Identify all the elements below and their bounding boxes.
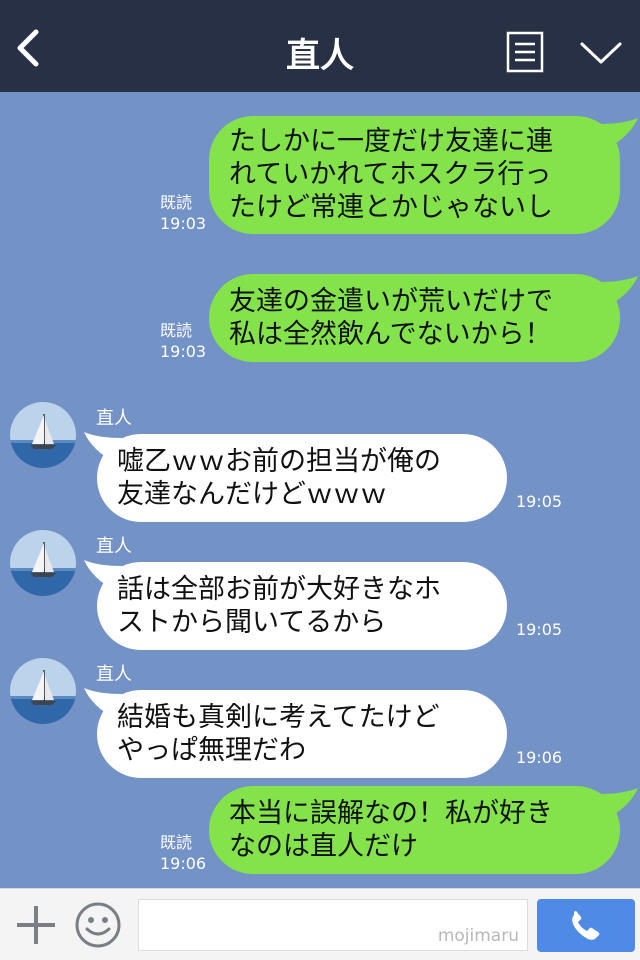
avatar[interactable] bbox=[10, 530, 76, 596]
message-line: れていかれてホスクラ行っ bbox=[229, 159, 552, 190]
message-line: 本当に誤解なの！私が好き bbox=[229, 798, 553, 829]
bubble-tail bbox=[600, 788, 638, 818]
message-line: ストから聞いてるから bbox=[117, 607, 387, 638]
sailboat-avatar-icon bbox=[10, 530, 76, 596]
message-line: たけど常連とかじゃないし bbox=[229, 192, 553, 223]
avatar[interactable] bbox=[10, 658, 76, 724]
notes-icon bbox=[506, 31, 544, 73]
watermark-text: mojimaru bbox=[437, 926, 519, 946]
chat-title: 直人 bbox=[286, 36, 354, 76]
message-line: 嘘乙ｗｗお前の担当が俺の bbox=[117, 446, 441, 477]
message-line: 私は全然飲んでないから！ bbox=[229, 319, 552, 350]
message-bubble[interactable]: 本当に誤解なの！私が好き なのは直人だけ bbox=[209, 786, 620, 874]
sender-name: 直人 bbox=[96, 664, 132, 685]
message-bubble[interactable]: 友達の金遣いが荒いだけで 私は全然飲んでないから！ bbox=[209, 274, 620, 362]
message-line: 話は全部お前が大好きなホ bbox=[117, 574, 441, 605]
message-bubble[interactable]: 話は全部お前が大好きなホ ストから聞いてるから bbox=[97, 562, 507, 650]
message-line: なのは直人だけ bbox=[229, 831, 418, 862]
message-line: やっぱ無理だわ bbox=[117, 735, 306, 766]
message-time: 19:05 bbox=[516, 620, 563, 639]
smiley-icon bbox=[75, 902, 121, 948]
message-time: 19:05 bbox=[516, 492, 563, 511]
avatar[interactable] bbox=[10, 402, 76, 468]
message-line: 友達の金遣いが荒いだけで bbox=[229, 286, 553, 317]
message-bubble[interactable]: 嘘乙ｗｗお前の担当が俺の 友達なんだけどｗｗｗ bbox=[97, 434, 507, 522]
message-meta: 既読 19:06 bbox=[160, 832, 206, 874]
phone-icon bbox=[572, 911, 600, 940]
message-time: 19:03 bbox=[160, 342, 207, 361]
message-bubble[interactable]: たしかに一度だけ友達に連 れていかれてホスクラ行っ たけど常連とかじゃないし bbox=[209, 116, 620, 234]
collapse-button[interactable] bbox=[578, 36, 624, 70]
chat-area[interactable]: 既読 19:03 たしかに一度だけ友達に連 れていかれてホスクラ行っ たけど常連… bbox=[0, 92, 640, 888]
chat-header: 直人 bbox=[0, 0, 640, 92]
message-input[interactable]: mojimaru bbox=[138, 899, 528, 951]
message-meta: 既読 19:03 bbox=[160, 320, 206, 362]
plus-icon bbox=[17, 906, 55, 944]
read-receipt: 既読 bbox=[160, 321, 193, 340]
sailboat-avatar-icon bbox=[10, 658, 76, 724]
message-time: 19:03 bbox=[160, 214, 207, 233]
read-receipt: 既読 bbox=[160, 833, 193, 852]
sailboat-avatar-icon bbox=[10, 402, 76, 468]
bubble-tail bbox=[600, 276, 638, 306]
message-line: 友達なんだけどｗｗｗ bbox=[117, 479, 387, 510]
add-button[interactable] bbox=[14, 903, 58, 947]
emoji-button[interactable] bbox=[74, 901, 122, 949]
message-time: 19:06 bbox=[160, 854, 207, 873]
sender-name: 直人 bbox=[96, 408, 132, 429]
sender-name: 直人 bbox=[96, 536, 132, 557]
input-bar: mojimaru bbox=[0, 888, 640, 960]
notes-button[interactable] bbox=[506, 31, 544, 73]
message-bubble[interactable]: 結婚も真剣に考えてたけど やっぱ無理だわ bbox=[97, 690, 507, 778]
message-line: 結婚も真剣に考えてたけど bbox=[117, 702, 440, 733]
bubble-tail bbox=[600, 118, 638, 148]
message-time: 19:06 bbox=[516, 748, 563, 767]
message-meta: 既読 19:03 bbox=[160, 192, 206, 234]
call-button[interactable] bbox=[537, 899, 635, 952]
chevron-down-icon bbox=[580, 42, 622, 64]
read-receipt: 既読 bbox=[160, 193, 193, 212]
message-line: たしかに一度だけ友達に連 bbox=[229, 126, 553, 157]
